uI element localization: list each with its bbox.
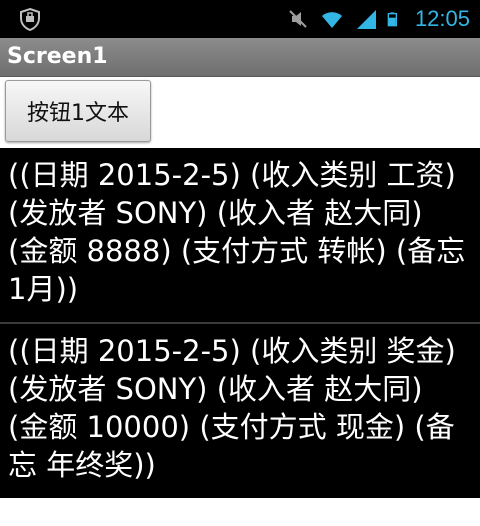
mute-icon	[289, 10, 307, 28]
list-item[interactable]: ((日期 2015-2-5) (收入类别 工资) (发放者 SONY) (收入者…	[0, 148, 480, 322]
list-view[interactable]: ((日期 2015-2-5) (收入类别 工资) (发放者 SONY) (收入者…	[0, 148, 480, 498]
status-bar: 12:05	[0, 0, 480, 38]
button-area: 按钮1文本	[0, 77, 480, 148]
title-bar: Screen1	[0, 38, 480, 77]
shield-notification-icon	[20, 7, 40, 31]
status-icons: 12:05	[285, 0, 470, 38]
status-time: 12:05	[414, 6, 470, 31]
battery-icon	[387, 12, 397, 27]
wifi-icon	[321, 12, 342, 28]
cell-signal-icon	[356, 10, 376, 29]
button-1[interactable]: 按钮1文本	[5, 80, 151, 142]
screen-title: Screen1	[7, 44, 108, 69]
list-item[interactable]: ((日期 2015-2-5) (收入类别 奖金) (发放者 SONY) (收入者…	[0, 324, 480, 498]
